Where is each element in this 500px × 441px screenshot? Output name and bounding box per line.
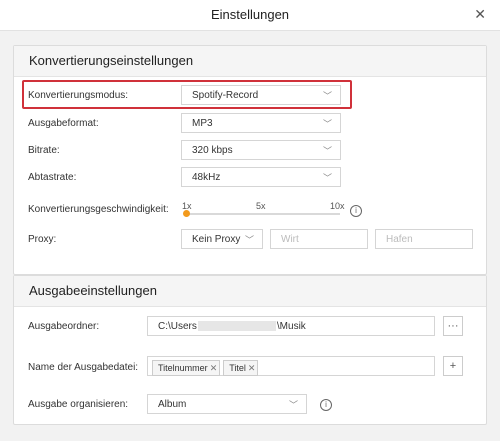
tag-remove-icon[interactable]: ✕ [248,363,256,373]
info-icon[interactable]: i [320,399,332,411]
highlight-box [22,80,352,109]
chevron-down-icon: ﹀ [322,146,332,156]
speed-tick-10x: 10x [330,201,345,211]
browse-button[interactable]: ··· [443,316,463,336]
chevron-down-icon: ﹀ [288,400,298,410]
tag-remove-icon[interactable]: ✕ [210,363,218,373]
proxy-port-input[interactable]: Hafen [375,229,473,249]
folder-input[interactable]: C:\Users \Musik [147,316,435,336]
speed-slider-track[interactable] [186,213,340,215]
organize-label: Ausgabe organisieren: [28,399,129,410]
chevron-down-icon: ﹀ [322,173,332,183]
window-title: Einstellungen [210,7,290,22]
filename-input[interactable]: Titelnummer ✕ Titel ✕ [147,356,435,376]
close-icon[interactable]: ✕ [474,6,486,23]
format-label: Ausgabeformat: [28,118,99,129]
info-icon[interactable]: i [350,205,362,217]
samplerate-value: 48kHz [192,172,221,183]
folder-prefix: C:\Users [158,321,197,332]
bitrate-value: 320 kbps [192,145,233,156]
organize-value: Album [158,399,187,410]
conversion-header: Konvertierungseinstellungen [14,46,486,77]
output-header: Ausgabeeinstellungen [14,276,486,307]
filename-label: Name der Ausgabedatei: [28,362,139,373]
add-tag-button[interactable]: + [443,356,463,376]
format-value: MP3 [192,118,213,129]
redacted-username [197,321,276,332]
proxy-select[interactable]: Kein Proxy ﹀ [181,229,263,249]
proxy-label: Proxy: [28,234,57,245]
samplerate-select[interactable]: 48kHz ﹀ [181,167,341,187]
chevron-down-icon: ﹀ [322,119,332,129]
speed-slider-handle[interactable] [183,210,190,217]
folder-suffix: \Musik [276,321,306,332]
proxy-value: Kein Proxy [192,234,241,245]
organize-select[interactable]: Album ﹀ [147,394,307,414]
samplerate-label: Abtastrate: [28,172,77,183]
bitrate-select[interactable]: 320 kbps ﹀ [181,140,341,160]
speed-label: Konvertierungsgeschwindigkeit: [28,204,169,215]
title-bar: Einstellungen ✕ [0,0,500,31]
tag-titel[interactable]: Titel ✕ [223,360,259,376]
format-select[interactable]: MP3 ﹀ [181,113,341,133]
folder-label: Ausgabeordner: [28,321,100,332]
proxy-host-input[interactable]: Wirt [270,229,368,249]
bitrate-label: Bitrate: [28,145,60,156]
tag-titelnummer[interactable]: Titelnummer ✕ [152,360,221,376]
speed-tick-5x: 5x [256,201,266,211]
chevron-down-icon: ﹀ [244,235,254,245]
